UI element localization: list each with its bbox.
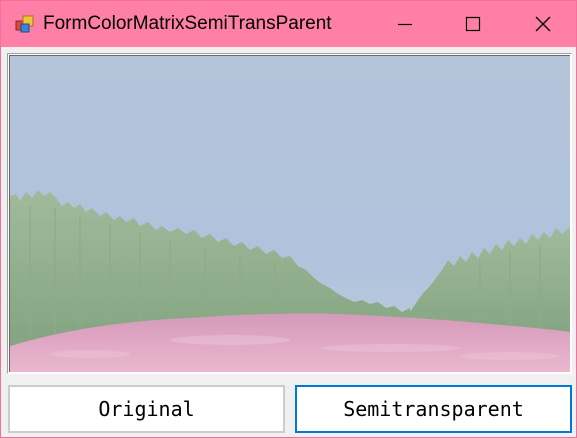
maximize-icon: [465, 16, 481, 32]
minimize-icon: [398, 23, 412, 26]
landscape-image-graphic: [10, 56, 570, 372]
close-icon: [535, 16, 551, 32]
title-bar[interactable]: FormColorMatrixSemiTransParent: [1, 1, 576, 47]
app-icon: [15, 14, 35, 34]
window-title: FormColorMatrixSemiTransParent: [43, 13, 332, 34]
landscape-image: [9, 55, 570, 372]
minimize-button[interactable]: [370, 1, 440, 47]
maximize-button[interactable]: [437, 1, 507, 47]
picture-box: [7, 53, 572, 374]
close-button[interactable]: [506, 1, 576, 47]
semitransparent-button[interactable]: Semitransparent: [295, 385, 572, 433]
original-button[interactable]: Original: [8, 385, 285, 433]
app-window: FormColorMatrixSemiTransParent Original …: [0, 0, 577, 438]
